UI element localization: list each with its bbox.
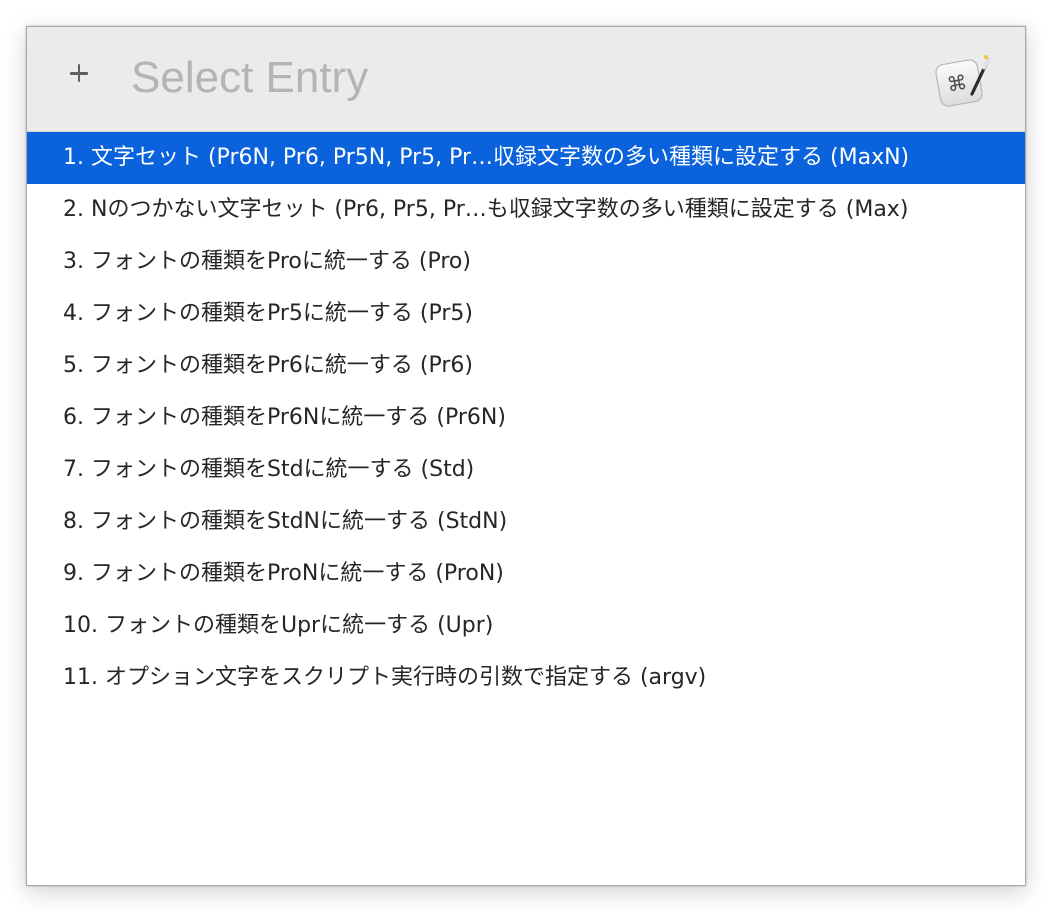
entry-list: 1. 文字セット (Pr6N, Pr6, Pr5N, Pr5, Pr…収録文字数… [27,132,1025,704]
search-header: ⌘ [27,27,1025,132]
list-item[interactable]: 5. フォントの種類をPr6に統一する (Pr6) [27,340,1025,392]
list-item[interactable]: 8. フォントの種類をStdNに統一する (StdN) [27,496,1025,548]
list-item[interactable]: 1. 文字セット (Pr6N, Pr6, Pr5N, Pr5, Pr…収録文字数… [27,132,1025,184]
plus-icon[interactable] [65,59,93,87]
list-item[interactable]: 3. フォントの種類をProに統一する (Pro) [27,236,1025,288]
list-item[interactable]: 6. フォントの種類をPr6Nに統一する (Pr6N) [27,392,1025,444]
list-item[interactable]: 7. フォントの種類をStdに統一する (Std) [27,444,1025,496]
list-item[interactable]: 2. Nのつかない文字セット (Pr6, Pr5, Pr…も収録文字数の多い種類… [27,184,1025,236]
list-item[interactable]: 9. フォントの種類をProNに統一する (ProN) [27,548,1025,600]
svg-text:⌘: ⌘ [945,70,969,97]
entry-selector-window: ⌘ 1. 文字セット (Pr6N, Pr6, Pr5N, Pr5, Pr…収録文… [26,26,1026,886]
search-input[interactable] [131,49,911,107]
list-item[interactable]: 11. オプション文字をスクリプト実行時の引数で指定する (argv) [27,652,1025,704]
list-item[interactable]: 10. フォントの種類をUprに統一する (Upr) [27,600,1025,652]
keyboard-maestro-app-icon[interactable]: ⌘ [932,50,994,112]
list-item[interactable]: 4. フォントの種類をPr5に統一する (Pr5) [27,288,1025,340]
